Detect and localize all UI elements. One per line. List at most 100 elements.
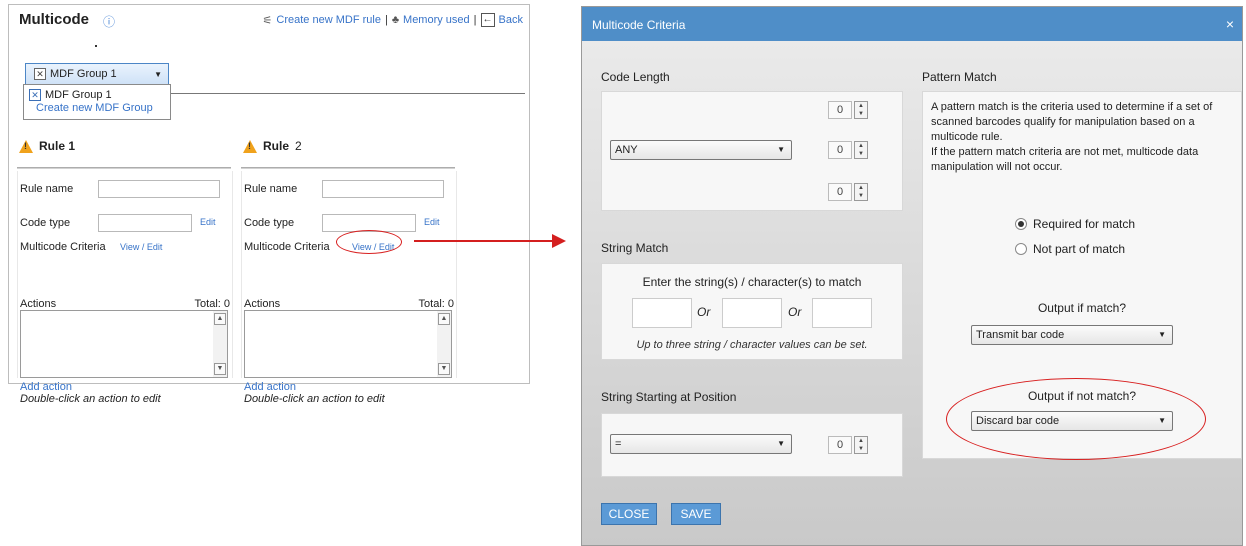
scrollbar[interactable]: ▲ ▼ <box>213 311 227 377</box>
actions-total: Total: 0 <box>418 298 454 310</box>
or-label: Or <box>788 305 802 319</box>
string-match-note: Up to three string / character values ca… <box>636 339 868 351</box>
code-length-panel: ANY ▼ 0 ▲ ▼ 0 ▲ ▼ 0 ▲ ▼ <box>601 91 903 211</box>
close-button[interactable]: CLOSE <box>601 503 657 525</box>
add-action-link[interactable]: Add action <box>20 381 72 393</box>
or-label: Or <box>697 305 711 319</box>
memory-icon: ♣ <box>391 14 400 26</box>
multicode-criteria-label: Multicode Criteria <box>20 241 106 253</box>
scroll-up-icon[interactable]: ▲ <box>438 313 450 325</box>
rule-body: Rule name Code type Edit Multicode Crite… <box>17 171 233 405</box>
callout-arrow <box>414 240 554 242</box>
spinner-arrows-icon[interactable]: ▲ ▼ <box>854 436 868 454</box>
highlight-ellipse <box>946 378 1206 460</box>
code-length-spinner-1[interactable]: 0 ▲ ▼ <box>828 101 868 119</box>
string-start-select[interactable]: = ▼ <box>610 434 792 454</box>
scrollbar[interactable]: ▲ ▼ <box>437 311 451 377</box>
chevron-down-icon: ▼ <box>777 439 785 448</box>
code-type-input[interactable] <box>98 214 192 232</box>
string-start-label: String Starting at Position <box>601 390 737 404</box>
actions-list[interactable]: ▲ ▼ <box>20 310 228 378</box>
highlight-ellipse <box>336 230 402 254</box>
create-group-link[interactable]: Create new MDF Group <box>24 102 170 114</box>
actions-list[interactable]: ▲ ▼ <box>244 310 452 378</box>
actions-total: Total: 0 <box>194 298 230 310</box>
save-button[interactable]: SAVE <box>671 503 721 525</box>
spinner-arrows-icon[interactable]: ▲ ▼ <box>854 141 868 159</box>
spinner-arrows-icon[interactable]: ▲ ▼ <box>854 101 868 119</box>
multicode-criteria-dialog: Multicode Criteria × Code Length ANY ▼ 0… <box>581 6 1243 546</box>
output-if-match-label: Output if match? <box>1037 301 1127 315</box>
string-match-input-2[interactable] <box>722 298 782 328</box>
chevron-down-icon: ▼ <box>1158 330 1166 339</box>
actions-label: Actions <box>244 298 281 310</box>
code-length-spinner-2[interactable]: 0 ▲ ▼ <box>828 141 868 159</box>
chevron-down-icon: ▼ <box>777 145 785 154</box>
code-type-edit-link[interactable]: Edit <box>424 217 440 227</box>
group-close-icon: ✕ <box>34 68 46 80</box>
pattern-match-label: Pattern Match <box>922 70 997 84</box>
string-match-label: String Match <box>601 241 669 255</box>
group-close-icon: ✕ <box>29 89 41 101</box>
radio-label: Not part of match <box>1033 242 1126 256</box>
group-dropdown: ✕ MDF Group 1 Create new MDF Group <box>23 84 171 120</box>
rule-icon: ⚟ <box>262 14 273 27</box>
create-rule-link[interactable]: Create new MDF rule <box>276 14 381 26</box>
spinner-value[interactable]: 0 <box>828 141 852 159</box>
divider <box>241 167 455 169</box>
string-match-input-1[interactable] <box>632 298 692 328</box>
output-if-match-select[interactable]: Transmit bar code ▼ <box>971 325 1173 345</box>
warning-icon <box>243 139 257 153</box>
top-links: ⚟ Create new MDF rule | ♣ Memory used | … <box>263 13 523 27</box>
warning-icon <box>19 139 33 153</box>
criteria-view-edit-link[interactable]: View / Edit <box>120 242 162 252</box>
code-type-edit-link[interactable]: Edit <box>200 217 216 227</box>
close-icon[interactable]: × <box>1226 16 1234 32</box>
rule-name-input[interactable] <box>98 180 220 198</box>
pattern-match-description: A pattern match is the criteria used to … <box>931 101 1213 173</box>
output-if-match-value: Transmit bar code <box>976 329 1065 341</box>
code-length-select[interactable]: ANY ▼ <box>610 140 792 160</box>
rule-header: Rule 2 <box>243 139 302 153</box>
scroll-up-icon[interactable]: ▲ <box>214 313 226 325</box>
rule-card-2: Rule 2 Rule name Code type Edit Multicod… <box>241 135 457 405</box>
spinner-value[interactable]: 0 <box>828 436 852 454</box>
rule-name-input[interactable] <box>322 180 444 198</box>
code-type-label: Code type <box>20 217 71 229</box>
action-hint: Double-click an action to edit <box>244 393 385 405</box>
back-arrow-icon[interactable]: ← <box>480 13 495 27</box>
multicode-criteria-label: Multicode Criteria <box>244 241 330 253</box>
back-link[interactable]: Back <box>499 14 523 26</box>
rule-title: Rule <box>263 139 290 153</box>
rule-name-label: Rule name <box>244 183 298 195</box>
memory-used-link[interactable]: Memory used <box>403 14 470 26</box>
string-start-spinner[interactable]: 0 ▲ ▼ <box>828 436 868 454</box>
spinner-value[interactable]: 0 <box>828 183 852 201</box>
radio-unselected-icon[interactable] <box>1015 243 1027 255</box>
group-select[interactable]: ✕ MDF Group 1 ▼ <box>25 63 169 85</box>
rule-header: Rule 1 <box>19 139 75 153</box>
code-length-spinner-3[interactable]: 0 ▲ ▼ <box>828 183 868 201</box>
divider <box>169 93 525 94</box>
decorative-dot <box>95 45 97 47</box>
scroll-down-icon[interactable]: ▼ <box>214 363 226 375</box>
chevron-down-icon: ▼ <box>154 69 162 79</box>
spinner-value[interactable]: 0 <box>828 101 852 119</box>
link-separator: | <box>384 14 388 26</box>
scroll-down-icon[interactable]: ▼ <box>438 363 450 375</box>
multicode-panel: Multicode ⓘ ⚟ Create new MDF rule | ♣ Me… <box>8 4 530 405</box>
info-icon[interactable]: ⓘ <box>103 13 115 30</box>
spinner-arrows-icon[interactable]: ▲ ▼ <box>854 183 868 201</box>
radio-required-for-match[interactable]: Required for match <box>1015 217 1135 231</box>
string-start-panel: = ▼ 0 ▲ ▼ <box>601 413 903 477</box>
group-option[interactable]: ✕ MDF Group 1 <box>24 88 170 102</box>
page-title: Multicode <box>19 11 89 28</box>
radio-selected-icon[interactable] <box>1015 218 1027 230</box>
add-action-link[interactable]: Add action <box>244 381 296 393</box>
string-match-instruction: Enter the string(s) / character(s) to ma… <box>642 275 862 289</box>
actions-label: Actions <box>20 298 57 310</box>
code-type-label: Code type <box>244 217 295 229</box>
code-length-select-value: ANY <box>615 144 638 156</box>
string-match-input-3[interactable] <box>812 298 872 328</box>
radio-not-part-of-match[interactable]: Not part of match <box>1015 242 1125 256</box>
